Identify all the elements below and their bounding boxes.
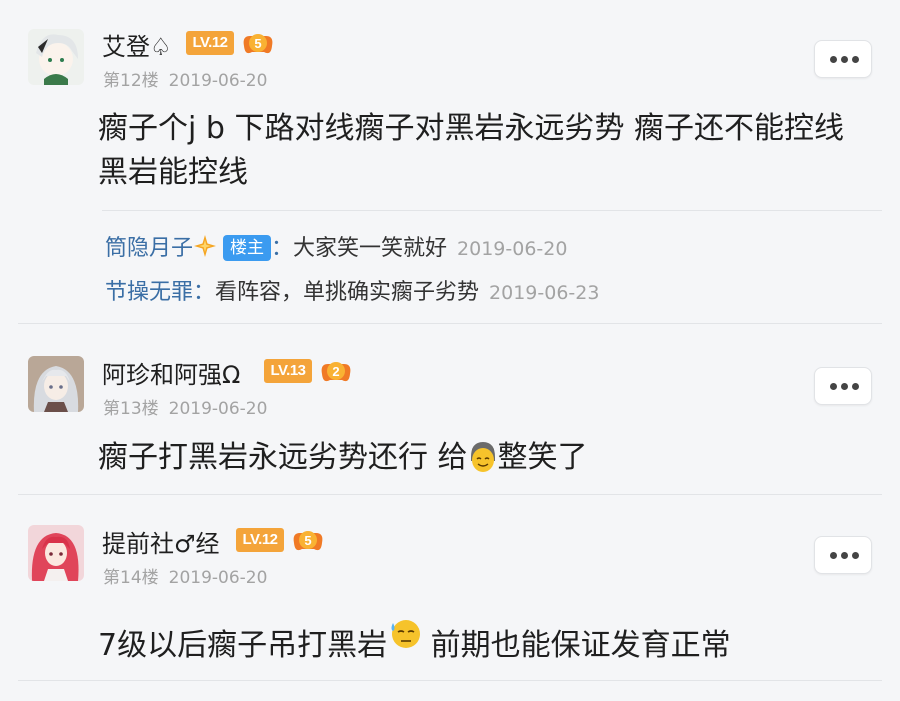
badge-number: 5 <box>254 36 261 51</box>
level-badge: LV.13 <box>264 359 312 383</box>
more-dot <box>852 383 859 390</box>
username[interactable]: 阿珍和阿强Ω <box>102 355 240 390</box>
content-text: 前期也能保证发育正常 <box>421 628 731 663</box>
reply-date: 2019-06-23 <box>489 282 600 304</box>
more-dots-icon <box>830 552 837 559</box>
reply-text: 大家笑一笑就好 <box>293 236 448 261</box>
badge-number: 5 <box>304 533 311 548</box>
reply-username[interactable]: 节操无罪 <box>105 280 193 305</box>
content-text: 瘸子打黑岩永远劣势还行 给 <box>98 440 468 475</box>
content-text: 7级以后瘸子吊打黑岩 <box>98 628 388 663</box>
level-badge: LV.12 <box>236 528 284 552</box>
post-meta: 第14楼 2019-06-20 <box>103 563 267 588</box>
floor-number: 第12楼 <box>103 71 159 91</box>
reply-item[interactable]: 节操无罪：看阵容，单挑确实瘸子劣势 2019-06-23 <box>105 278 599 308</box>
game-controller-badge-icon: 5 <box>290 527 326 555</box>
content-text: 整笑了 <box>497 440 588 475</box>
more-button[interactable] <box>814 536 872 574</box>
game-controller-badge-icon: 2 <box>318 358 354 386</box>
op-label: 楼主 <box>223 235 272 261</box>
avatar[interactable] <box>28 356 84 412</box>
post-floor-13: 阿珍和阿强Ω LV.13 2 第13楼 2019-06-20 瘸子打黑岩永远劣势还… <box>0 324 900 494</box>
more-button[interactable] <box>814 40 872 78</box>
reply-item[interactable]: 筒隐月子 楼主 ：大家笑一笑就好 2019-06-20 <box>105 234 567 264</box>
reply-divider <box>102 210 882 211</box>
post-floor-12: 艾登♤ LV.12 5 第12楼 2019-06-20 瘸子个j b 下路对线瘸子… <box>0 0 900 323</box>
more-button[interactable] <box>814 367 872 405</box>
content-line: 瘸子个j b 下路对线瘸子对黑岩永远劣势 瘸子还不能控线 <box>98 111 844 146</box>
more-dot <box>852 552 859 559</box>
post-content: 瘸子打黑岩永远劣势还行 给整笑了 <box>98 436 588 480</box>
avatar[interactable] <box>28 29 84 85</box>
more-dot <box>841 552 848 559</box>
avatar[interactable] <box>28 525 84 581</box>
reply-separator: ： <box>193 280 216 305</box>
reply-separator: ： <box>271 236 294 261</box>
reply-text: 看阵容，单挑确实瘸子劣势 <box>215 280 480 305</box>
level-badge: LV.12 <box>186 31 234 55</box>
post-meta: 第12楼 2019-06-20 <box>103 66 267 91</box>
post-content: 7级以后瘸子吊打黑岩 前期也能保证发育正常 <box>98 617 731 668</box>
post-date: 2019-06-20 <box>168 399 268 419</box>
more-dot <box>852 56 859 63</box>
post-meta: 第13楼 2019-06-20 <box>103 394 267 419</box>
content-line: 黑岩能控线 <box>98 155 248 190</box>
sweat-face-emoji <box>391 620 421 648</box>
more-dots-icon <box>830 56 837 63</box>
more-dot <box>841 383 848 390</box>
post-floor-14: 提前社♂经 LV.12 5 第14楼 2019-06-20 7级以后瘸子吊打黑岩 … <box>0 495 900 685</box>
floor-number: 第13楼 <box>103 399 159 419</box>
username[interactable]: 提前社♂经 <box>102 524 220 559</box>
reply-date: 2019-06-20 <box>457 238 568 260</box>
floor-number: 第14楼 <box>103 568 159 588</box>
reply-username[interactable]: 筒隐月子 <box>105 236 193 261</box>
post-date: 2019-06-20 <box>168 71 268 91</box>
game-controller-badge-icon: 5 <box>240 30 276 58</box>
username[interactable]: 艾登♤ <box>102 27 172 62</box>
smiling-face-emoji <box>470 442 495 472</box>
post-content: 瘸子个j b 下路对线瘸子对黑岩永远劣势 瘸子还不能控线 黑岩能控线 <box>98 107 844 195</box>
more-dots-icon <box>830 383 837 390</box>
more-dot <box>841 56 848 63</box>
badge-number: 2 <box>332 364 339 379</box>
post-divider <box>18 680 882 681</box>
post-date: 2019-06-20 <box>168 568 268 588</box>
sparkle-icon <box>194 235 217 257</box>
